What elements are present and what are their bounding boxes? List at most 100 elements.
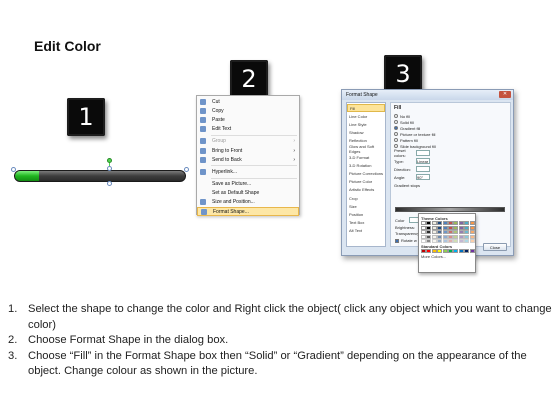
menu-item-8[interactable]: Save as Picture... bbox=[197, 180, 299, 189]
theme-shade-swatch[interactable] bbox=[426, 234, 432, 239]
theme-shade-swatch[interactable] bbox=[447, 239, 453, 244]
standard-color-swatch[interactable] bbox=[421, 249, 426, 254]
menu-item-2[interactable]: Paste bbox=[197, 115, 299, 124]
dialog-nav-item[interactable]: Picture Corrections bbox=[347, 170, 385, 178]
dialog-nav-item[interactable]: 3-D Format bbox=[347, 153, 385, 161]
theme-color-swatch[interactable] bbox=[447, 221, 453, 225]
dialog-close-button[interactable]: Close bbox=[483, 243, 507, 251]
theme-color-swatch[interactable] bbox=[426, 221, 432, 225]
theme-shade-swatch[interactable] bbox=[447, 226, 453, 230]
theme-shade-swatch[interactable] bbox=[442, 226, 448, 230]
theme-shade-swatch[interactable] bbox=[453, 239, 459, 244]
theme-shade-swatch[interactable] bbox=[431, 230, 437, 235]
theme-shade-swatch[interactable] bbox=[431, 226, 437, 230]
theme-shade-swatch[interactable] bbox=[464, 226, 470, 230]
theme-shade-swatch[interactable] bbox=[442, 234, 448, 239]
theme-shade-swatch[interactable] bbox=[469, 226, 475, 230]
dialog-nav-item[interactable]: Line Style bbox=[347, 120, 385, 128]
theme-shade-swatch[interactable] bbox=[421, 226, 426, 230]
dialog-nav-item[interactable]: Crop bbox=[347, 194, 385, 202]
menu-item-10[interactable]: Size and Position... bbox=[197, 198, 299, 207]
theme-shade-swatch[interactable] bbox=[453, 234, 459, 239]
theme-shade-swatch[interactable] bbox=[421, 234, 426, 239]
theme-shade-swatch[interactable] bbox=[421, 239, 426, 244]
dialog-nav-item[interactable]: Line Color bbox=[347, 112, 385, 120]
field-dropdown[interactable]: 90° bbox=[416, 174, 430, 180]
radio-button[interactable] bbox=[394, 132, 398, 136]
theme-color-swatch[interactable] bbox=[442, 221, 448, 225]
dialog-nav-item[interactable]: Artistic Effects bbox=[347, 186, 385, 194]
standard-color-swatch[interactable] bbox=[453, 249, 459, 254]
theme-shade-swatch[interactable] bbox=[464, 239, 470, 244]
rotation-handle[interactable] bbox=[107, 158, 112, 163]
dialog-nav-item[interactable]: 3-D Rotation bbox=[347, 161, 385, 169]
radio-button[interactable] bbox=[394, 114, 398, 118]
theme-shade-swatch[interactable] bbox=[437, 230, 443, 235]
theme-color-swatch[interactable] bbox=[453, 221, 459, 225]
menu-item-0[interactable]: Cut bbox=[197, 97, 299, 106]
dialog-nav-item[interactable]: Shadow bbox=[347, 129, 385, 137]
standard-color-swatch[interactable] bbox=[464, 249, 470, 254]
selected-progress-shape[interactable] bbox=[10, 158, 190, 188]
theme-color-swatch[interactable] bbox=[437, 221, 443, 225]
radio-button[interactable] bbox=[394, 138, 398, 142]
resize-handle-right[interactable] bbox=[184, 167, 189, 172]
dialog-nav-item[interactable]: Glow and Soft Edges bbox=[347, 144, 385, 154]
theme-shade-swatch[interactable] bbox=[464, 234, 470, 239]
theme-shade-swatch[interactable] bbox=[464, 230, 470, 235]
theme-color-swatch[interactable] bbox=[469, 221, 475, 225]
theme-color-swatch[interactable] bbox=[431, 221, 437, 225]
dialog-close-icon[interactable]: ✕ bbox=[499, 91, 511, 98]
theme-shade-swatch[interactable] bbox=[453, 226, 459, 230]
theme-shade-swatch[interactable] bbox=[458, 230, 464, 235]
standard-color-swatch[interactable] bbox=[437, 249, 443, 254]
theme-shade-swatch[interactable] bbox=[442, 239, 448, 244]
dialog-nav-item[interactable]: Text Box bbox=[347, 219, 385, 227]
theme-shade-swatch[interactable] bbox=[437, 239, 443, 244]
theme-shade-swatch[interactable] bbox=[469, 239, 475, 244]
theme-shade-swatch[interactable] bbox=[421, 230, 426, 235]
menu-item-6[interactable]: Send to Back › bbox=[197, 155, 299, 164]
radio-button[interactable] bbox=[394, 126, 398, 130]
dialog-nav-item[interactable]: Position bbox=[347, 210, 385, 218]
theme-shade-swatch[interactable] bbox=[426, 230, 432, 235]
resize-handle-top[interactable] bbox=[107, 166, 112, 171]
theme-shade-swatch[interactable] bbox=[426, 226, 432, 230]
theme-shade-swatch[interactable] bbox=[442, 230, 448, 235]
theme-shade-swatch[interactable] bbox=[437, 226, 443, 230]
dialog-nav-item[interactable]: Size bbox=[347, 202, 385, 210]
menu-item-7[interactable]: Hyperlink... bbox=[197, 167, 299, 176]
dialog-nav-item[interactable]: Fill bbox=[347, 104, 385, 113]
standard-color-swatch[interactable] bbox=[458, 249, 464, 254]
theme-shade-swatch[interactable] bbox=[426, 239, 432, 244]
theme-shade-swatch[interactable] bbox=[458, 234, 464, 239]
theme-shade-swatch[interactable] bbox=[453, 230, 459, 235]
standard-color-swatch[interactable] bbox=[447, 249, 453, 254]
theme-shade-swatch[interactable] bbox=[458, 239, 464, 244]
radio-button[interactable] bbox=[394, 120, 398, 124]
theme-shade-swatch[interactable] bbox=[469, 234, 475, 239]
field-dropdown[interactable] bbox=[416, 166, 430, 172]
field-dropdown[interactable]: Linear bbox=[416, 158, 430, 164]
standard-color-swatch[interactable] bbox=[426, 249, 432, 254]
theme-color-swatch[interactable] bbox=[421, 221, 426, 225]
dialog-nav-item[interactable]: Alt Text bbox=[347, 227, 385, 235]
theme-shade-swatch[interactable] bbox=[458, 226, 464, 230]
theme-shade-swatch[interactable] bbox=[447, 234, 453, 239]
menu-item-3[interactable]: Edit Text bbox=[197, 125, 299, 134]
rotate-checkbox[interactable] bbox=[395, 238, 399, 243]
menu-item-1[interactable]: Copy bbox=[197, 106, 299, 115]
menu-item-9[interactable]: Set as Default Shape bbox=[197, 189, 299, 198]
theme-color-swatch[interactable] bbox=[464, 221, 470, 225]
theme-shade-swatch[interactable] bbox=[447, 230, 453, 235]
resize-handle-left[interactable] bbox=[11, 167, 16, 172]
theme-shade-swatch[interactable] bbox=[431, 234, 437, 239]
menu-item-5[interactable]: Bring to Front › bbox=[197, 146, 299, 155]
theme-shade-swatch[interactable] bbox=[437, 234, 443, 239]
standard-color-swatch[interactable] bbox=[442, 249, 448, 254]
standard-color-swatch[interactable] bbox=[469, 249, 475, 254]
menu-item-11[interactable]: Format Shape... bbox=[197, 207, 299, 217]
theme-shade-swatch[interactable] bbox=[469, 230, 475, 235]
field-dropdown[interactable] bbox=[416, 150, 430, 156]
dialog-nav-item[interactable]: Picture Color bbox=[347, 178, 385, 186]
